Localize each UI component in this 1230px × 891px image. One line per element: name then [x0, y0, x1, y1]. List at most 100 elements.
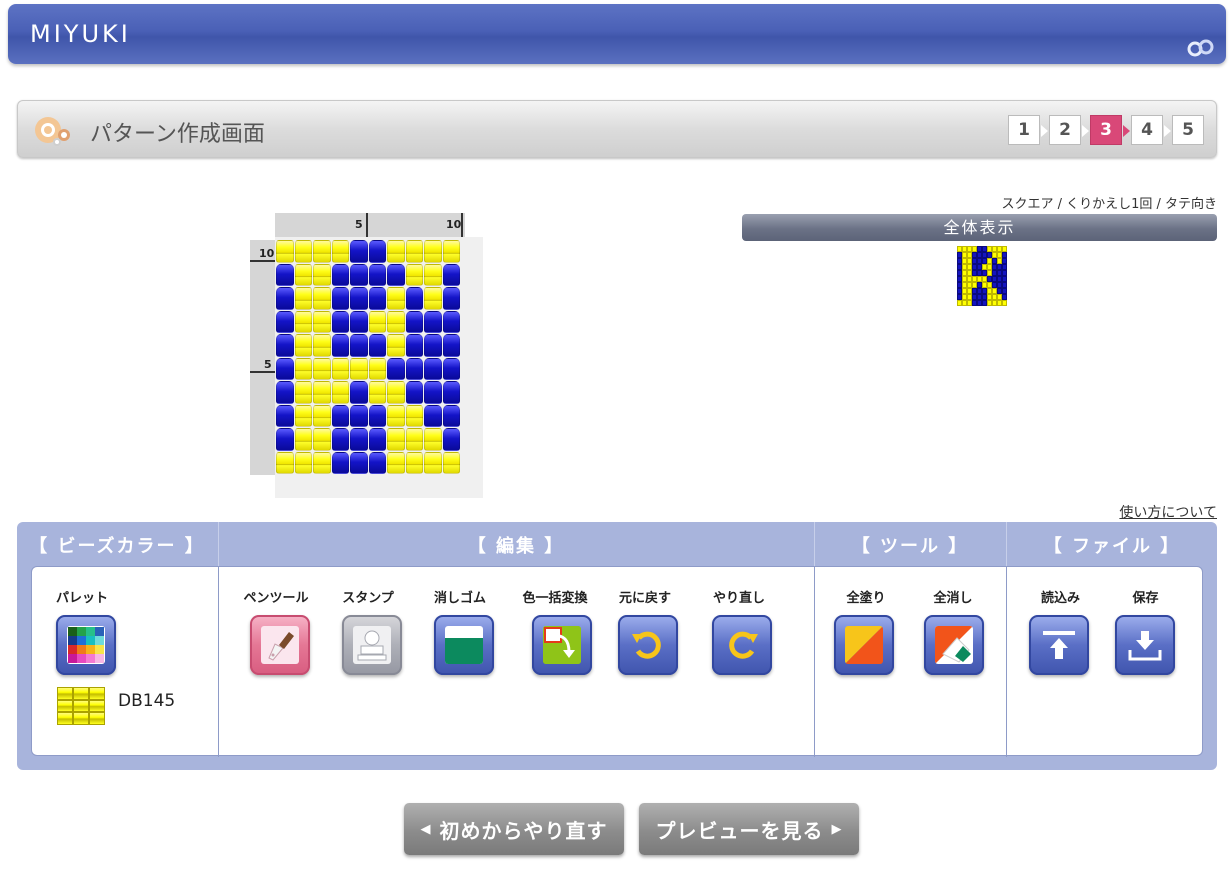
bead-cell[interactable] [424, 240, 442, 263]
restart-button[interactable]: ◀ 初めからやり直す [404, 803, 624, 855]
bead-cell[interactable] [350, 334, 368, 357]
bead-cell[interactable] [442, 287, 460, 310]
bead-cell[interactable] [442, 428, 460, 451]
bead-cell[interactable] [313, 428, 331, 451]
stamp-tool-button[interactable] [342, 615, 402, 675]
bead-cell[interactable] [331, 263, 349, 286]
load-tool[interactable]: 読込み [1029, 587, 1089, 675]
bead-cell[interactable] [387, 334, 405, 357]
bead-cell[interactable] [294, 428, 312, 451]
bead-cell[interactable] [368, 263, 386, 286]
bead-cell[interactable] [276, 263, 294, 286]
bead-cell[interactable] [405, 451, 423, 474]
bead-cell[interactable] [424, 263, 442, 286]
bead-cell[interactable] [387, 428, 405, 451]
bead-cell[interactable] [331, 240, 349, 263]
bead-cell[interactable] [350, 381, 368, 404]
bead-cell[interactable] [313, 404, 331, 427]
preview-button[interactable]: プレビューを見る ▶ [639, 803, 859, 855]
bead-cell[interactable] [387, 381, 405, 404]
bead-cell[interactable] [294, 240, 312, 263]
bead-cell[interactable] [350, 310, 368, 333]
bead-cell[interactable] [442, 240, 460, 263]
bead-cell[interactable] [405, 404, 423, 427]
bead-cell[interactable] [276, 357, 294, 380]
bead-canvas[interactable] [276, 240, 460, 474]
bead-cell[interactable] [294, 334, 312, 357]
bead-cell[interactable] [387, 404, 405, 427]
bead-cell[interactable] [442, 263, 460, 286]
bead-cell[interactable] [405, 334, 423, 357]
bead-cell[interactable] [294, 381, 312, 404]
bead-cell[interactable] [368, 357, 386, 380]
bead-cell[interactable] [294, 287, 312, 310]
bead-cell[interactable] [424, 287, 442, 310]
bead-cell[interactable] [313, 310, 331, 333]
bead-cell[interactable] [424, 357, 442, 380]
bead-cell[interactable] [405, 381, 423, 404]
bead-cell[interactable] [276, 310, 294, 333]
bead-cell[interactable] [313, 357, 331, 380]
bead-cell[interactable] [368, 240, 386, 263]
bead-cell[interactable] [294, 310, 312, 333]
bead-cell[interactable] [368, 404, 386, 427]
save-button[interactable] [1115, 615, 1175, 675]
color-replace-button[interactable] [532, 615, 592, 675]
bead-cell[interactable] [331, 404, 349, 427]
bead-cell[interactable] [368, 287, 386, 310]
bead-cell[interactable] [368, 381, 386, 404]
bead-cell[interactable] [368, 428, 386, 451]
bead-cell[interactable] [331, 334, 349, 357]
eraser-tool-button[interactable] [434, 615, 494, 675]
bead-cell[interactable] [442, 404, 460, 427]
bead-cell[interactable] [405, 287, 423, 310]
bead-cell[interactable] [350, 287, 368, 310]
palette-tool[interactable]: パレット [56, 587, 116, 675]
bead-cell[interactable] [387, 240, 405, 263]
color-replace-tool[interactable]: 色一括変換 [518, 587, 592, 675]
clear-all-tool[interactable]: 全消し [922, 587, 984, 675]
bead-cell[interactable] [368, 334, 386, 357]
pen-tool[interactable]: ペンツール [242, 587, 310, 675]
bead-cell[interactable] [405, 428, 423, 451]
clear-all-button[interactable] [924, 615, 984, 675]
bead-cell[interactable] [442, 310, 460, 333]
bead-cell[interactable] [313, 334, 331, 357]
bead-cell[interactable] [331, 287, 349, 310]
bead-cell[interactable] [350, 404, 368, 427]
bead-cell[interactable] [387, 451, 405, 474]
bead-cell[interactable] [313, 381, 331, 404]
bead-cell[interactable] [442, 381, 460, 404]
bead-cell[interactable] [424, 381, 442, 404]
bead-cell[interactable] [331, 428, 349, 451]
bead-cell[interactable] [387, 357, 405, 380]
bead-cell[interactable] [424, 451, 442, 474]
bead-cell[interactable] [313, 263, 331, 286]
bead-cell[interactable] [276, 381, 294, 404]
bead-cell[interactable] [387, 263, 405, 286]
bead-cell[interactable] [331, 381, 349, 404]
bead-cell[interactable] [276, 334, 294, 357]
bead-cell[interactable] [331, 357, 349, 380]
undo-tool[interactable]: 元に戻す [612, 587, 678, 675]
bead-cell[interactable] [294, 404, 312, 427]
bead-cell[interactable] [276, 404, 294, 427]
bead-cell[interactable] [424, 310, 442, 333]
bead-cell[interactable] [405, 263, 423, 286]
bead-cell[interactable] [350, 428, 368, 451]
bead-cell[interactable] [424, 428, 442, 451]
redo-tool[interactable]: やり直し [706, 587, 772, 675]
howto-link[interactable]: 使い方について [1119, 502, 1217, 522]
redo-button[interactable] [712, 615, 772, 675]
bead-cell[interactable] [313, 240, 331, 263]
full-view-button[interactable]: 全体表示 [742, 214, 1217, 241]
bead-cell[interactable] [387, 287, 405, 310]
bead-cell[interactable] [442, 357, 460, 380]
save-tool[interactable]: 保存 [1115, 587, 1175, 675]
bead-cell[interactable] [424, 334, 442, 357]
fill-all-tool[interactable]: 全塗り [834, 587, 894, 675]
eraser-tool[interactable]: 消しゴム [426, 587, 494, 675]
bead-cell[interactable] [405, 310, 423, 333]
bead-cell[interactable] [313, 451, 331, 474]
bead-cell[interactable] [276, 451, 294, 474]
